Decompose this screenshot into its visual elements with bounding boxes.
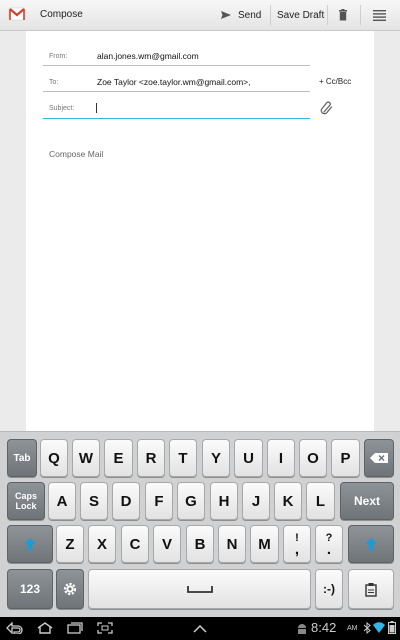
- key-caps-lock[interactable]: Caps Lock: [7, 482, 45, 520]
- key-u[interactable]: U: [234, 439, 263, 477]
- key-w[interactable]: W: [72, 439, 100, 477]
- key-n[interactable]: N: [218, 525, 246, 563]
- key-shift-left[interactable]: [7, 525, 53, 563]
- key-c[interactable]: C: [121, 525, 149, 563]
- compose-form: From: alan.jones.wm@gmail.com To: Zoe Ta…: [26, 31, 374, 431]
- compose-body-input[interactable]: Compose Mail: [49, 149, 103, 159]
- send-icon: [221, 11, 231, 19]
- key-i[interactable]: I: [267, 439, 295, 477]
- key-space[interactable]: [88, 569, 311, 609]
- chevron-up-icon[interactable]: [193, 625, 207, 633]
- action-bar: Compose Send Save Draft: [0, 0, 400, 31]
- divider: [270, 5, 271, 25]
- to-field[interactable]: Zoe Taylor <zoe.taylor.wm@gmail.com>,: [97, 77, 251, 87]
- key-l[interactable]: L: [306, 482, 335, 520]
- battery-icon: [388, 621, 396, 634]
- subject-underline: [43, 118, 310, 119]
- key-exclamation-comma[interactable]: ! ,: [283, 525, 311, 563]
- text-cursor: [96, 103, 97, 113]
- key-d[interactable]: D: [112, 482, 140, 520]
- key-tab[interactable]: Tab: [7, 439, 37, 477]
- key-backspace[interactable]: [364, 439, 394, 477]
- key-a[interactable]: A: [48, 482, 76, 520]
- key-question-period[interactable]: ? .: [315, 525, 343, 563]
- key-123[interactable]: 123: [7, 569, 53, 609]
- trash-icon: [339, 9, 347, 21]
- key-f[interactable]: F: [145, 482, 173, 520]
- send-label: Send: [238, 9, 262, 21]
- on-screen-keyboard: Tab Q W E R T Y U I O P Caps Lock A S D …: [0, 431, 400, 618]
- divider: [360, 5, 361, 25]
- subject-label: Subject:: [49, 105, 75, 112]
- home-icon[interactable]: [36, 622, 54, 634]
- status-ampm: AM: [347, 625, 358, 632]
- android-debug-icon: [298, 624, 306, 634]
- screenshot-icon[interactable]: [96, 622, 114, 634]
- system-nav-bar: 8:42 AM: [0, 617, 400, 640]
- recent-apps-icon[interactable]: [66, 622, 84, 634]
- gear-icon: [63, 582, 77, 596]
- key-m[interactable]: M: [250, 525, 279, 563]
- key-o[interactable]: O: [299, 439, 327, 477]
- wifi-icon: [373, 622, 385, 633]
- divider: [327, 5, 328, 25]
- key-r[interactable]: R: [137, 439, 165, 477]
- back-icon[interactable]: [6, 622, 24, 634]
- to-label: To:: [49, 79, 59, 86]
- from-field[interactable]: alan.jones.wm@gmail.com: [97, 51, 199, 61]
- from-underline: [43, 65, 310, 66]
- key-h[interactable]: H: [210, 482, 238, 520]
- gmail-logo-icon[interactable]: [8, 6, 26, 22]
- key-shift-right[interactable]: [348, 525, 394, 563]
- key-v[interactable]: V: [153, 525, 181, 563]
- discard-button[interactable]: [338, 0, 348, 30]
- bluetooth-icon: [363, 622, 371, 634]
- shift-icon: [365, 538, 377, 550]
- key-t[interactable]: T: [169, 439, 197, 477]
- shift-icon: [24, 538, 36, 550]
- overflow-menu-button[interactable]: [373, 0, 386, 30]
- to-underline: [43, 91, 310, 92]
- key-e[interactable]: E: [104, 439, 133, 477]
- key-s[interactable]: S: [80, 482, 108, 520]
- key-j[interactable]: J: [242, 482, 270, 520]
- key-x[interactable]: X: [88, 525, 116, 563]
- key-settings[interactable]: [56, 569, 84, 609]
- send-button[interactable]: Send: [220, 0, 261, 30]
- key-next[interactable]: Next: [340, 482, 394, 520]
- save-draft-label: Save Draft: [277, 9, 325, 21]
- attachment-icon[interactable]: [320, 101, 334, 115]
- clipboard-icon: [365, 583, 377, 597]
- key-y[interactable]: Y: [202, 439, 230, 477]
- cc-bcc-button[interactable]: + Cc/Bcc: [319, 77, 351, 86]
- page-title: Compose: [40, 9, 83, 20]
- save-draft-button[interactable]: Save Draft: [277, 0, 324, 30]
- key-smiley[interactable]: :-): [315, 569, 343, 609]
- key-q[interactable]: Q: [40, 439, 68, 477]
- key-clipboard[interactable]: [348, 569, 394, 609]
- key-z[interactable]: Z: [56, 525, 84, 563]
- key-g[interactable]: G: [177, 482, 205, 520]
- key-k[interactable]: K: [274, 482, 302, 520]
- menu-icon: [373, 10, 386, 21]
- status-time: 8:42: [311, 620, 337, 635]
- key-p[interactable]: P: [331, 439, 360, 477]
- backspace-icon: [370, 453, 388, 463]
- from-label: From:: [49, 53, 68, 60]
- key-b[interactable]: B: [186, 525, 214, 563]
- space-icon: [186, 586, 213, 593]
